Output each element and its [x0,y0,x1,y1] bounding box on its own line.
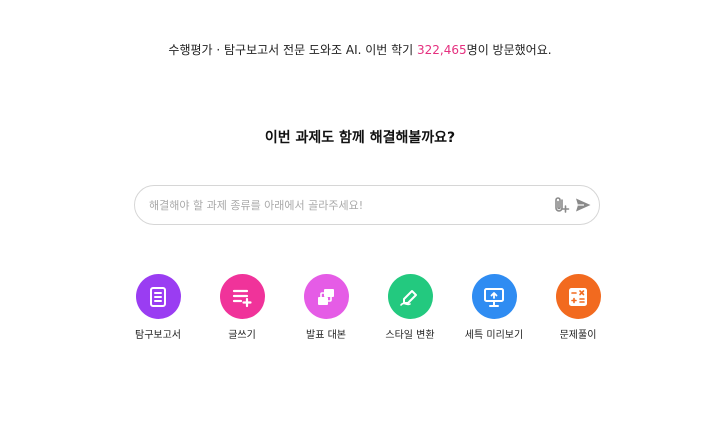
category-label: 탐구보고서 [135,330,181,341]
category-label: 글쓰기 [228,330,256,341]
category-writing[interactable]: 글쓰기 [200,274,284,343]
slides-icon [318,288,334,305]
list-add-icon [232,289,252,307]
category-icon-circle [555,274,601,319]
category-list: 탐구보고서 글쓰기 발표 대본 스타일 변환 세특 미리보기 문제풀이 [0,274,720,354]
banner-suffix: 명이 방문했어요. [466,43,552,57]
category-icon-circle [135,274,181,319]
category-icon-circle [387,274,433,319]
category-icon-circle [303,274,349,319]
category-icon-circle [219,274,265,319]
visit-count: 322,465 [417,43,467,57]
send-button[interactable] [573,195,593,215]
category-problem-solving[interactable]: 문제풀이 [536,274,620,343]
search-input[interactable] [149,186,529,224]
category-label: 문제풀이 [559,330,597,341]
banner-prefix: 수행평가 · 탐구보고서 전문 도와조 AI. 이번 학기 [168,43,418,57]
page: 수행평가 · 탐구보고서 전문 도와조 AI. 이번 학기 322,465명이 … [0,0,720,424]
paperclip-plus-icon [555,197,570,213]
presentation-icon [484,287,504,307]
category-record-preview[interactable]: 세특 미리보기 [452,274,536,343]
attach-button[interactable] [551,195,571,215]
category-label: 발표 대본 [306,330,346,341]
send-icon [576,198,591,212]
category-presentation-script[interactable]: 발표 대본 [284,274,368,343]
calculator-icon [569,287,587,306]
pen-swap-icon [400,289,417,306]
category-style-conversion[interactable]: 스타일 변환 [368,274,452,343]
page-title: 이번 과제도 함께 해결해볼까요? [264,130,456,146]
category-research-report[interactable]: 탐구보고서 [116,274,200,343]
visit-banner: 수행평가 · 탐구보고서 전문 도와조 AI. 이번 학기 322,465명이 … [0,40,720,60]
category-label: 세특 미리보기 [464,330,524,341]
category-icon-circle [471,274,517,319]
category-label: 스타일 변환 [385,330,435,341]
document-icon [150,286,166,307]
search-box [134,185,600,225]
